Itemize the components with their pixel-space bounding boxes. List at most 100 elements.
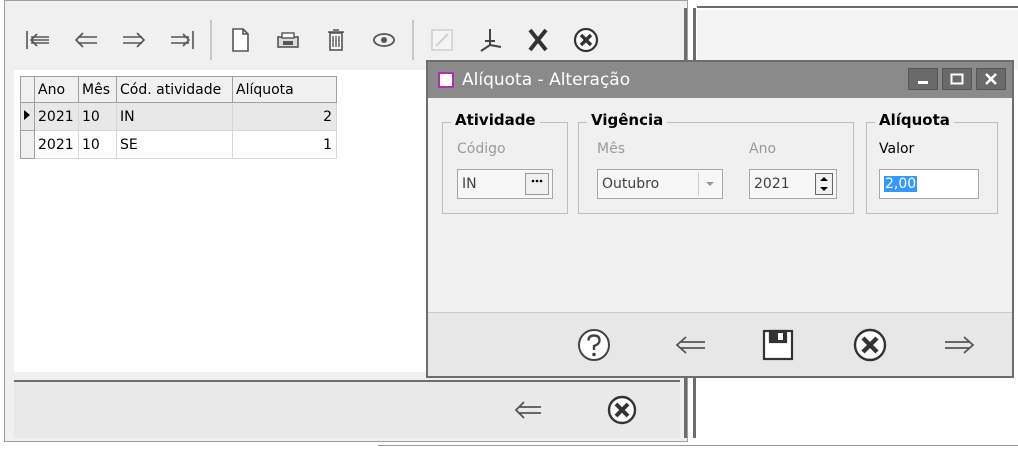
table-row[interactable]: 2021 10 SE 1 <box>20 130 337 159</box>
last-record-button[interactable] <box>158 16 206 64</box>
cell-aliquota[interactable]: 2 <box>232 102 337 131</box>
edit-button[interactable] <box>418 16 466 64</box>
cell-mes[interactable]: 10 <box>78 102 117 131</box>
previous-record-icon <box>74 32 97 48</box>
excel-icon <box>528 28 548 52</box>
help-button[interactable] <box>570 323 618 367</box>
chevron-down-icon <box>705 182 714 186</box>
ano-value: 2021 <box>754 176 790 192</box>
previous-button[interactable] <box>666 323 714 367</box>
current-row-arrow-icon <box>24 109 30 120</box>
first-record-icon <box>26 31 49 49</box>
edit-icon <box>431 29 453 51</box>
previous-record-button[interactable] <box>62 16 110 64</box>
ano-label: Ano <box>749 141 777 157</box>
records-grid: Ano Mês Cód. atividade Alíquota 2021 10 … <box>20 76 337 159</box>
aliquota-group: Alíquota Valor 2,00 <box>866 111 998 214</box>
ano-spinner[interactable]: 2021 <box>749 169 837 199</box>
aliquota-dialog: Alíquota - Alteração Atividade Código IN… <box>426 60 1014 378</box>
toolbar <box>14 14 680 66</box>
app-icon <box>438 72 454 88</box>
previous-icon <box>675 336 705 354</box>
ellipsis-icon <box>531 179 543 183</box>
cancel-icon <box>853 328 887 362</box>
close-icon <box>985 73 997 85</box>
lookup-button[interactable] <box>525 173 549 195</box>
close-button[interactable] <box>562 16 610 64</box>
maximize-button[interactable] <box>942 68 972 90</box>
last-record-icon <box>171 31 194 49</box>
first-record-button[interactable] <box>14 16 62 64</box>
vigencia-group: Vigência Mês Outubro Ano 2021 <box>578 111 854 214</box>
close-window-button[interactable] <box>600 388 644 432</box>
pdf-export-button[interactable] <box>466 16 514 64</box>
valor-input[interactable]: 2,00 <box>879 169 979 199</box>
next-record-button[interactable] <box>110 16 158 64</box>
delete-icon <box>328 29 344 51</box>
cell-aliquota[interactable]: 1 <box>232 130 337 159</box>
mes-select[interactable]: Outubro <box>597 169 723 199</box>
new-button[interactable] <box>216 16 264 64</box>
spin-down-icon <box>820 187 828 191</box>
screen-bottom-edge <box>0 442 1018 450</box>
spin-up-icon <box>820 177 828 181</box>
dialog-title-bar[interactable]: Alíquota - Alteração <box>428 62 1012 98</box>
vigencia-group-title: Vigência <box>587 111 668 129</box>
column-header-ano[interactable]: Ano <box>34 76 79 103</box>
row-indicator-header <box>20 76 35 103</box>
cell-cod-atividade[interactable]: SE <box>116 130 233 159</box>
maximize-icon <box>950 73 964 85</box>
toolbar-separator <box>412 20 414 60</box>
close-dialog-button[interactable] <box>976 68 1006 90</box>
column-header-aliquota[interactable]: Alíquota <box>232 76 337 103</box>
minimize-button[interactable] <box>908 68 938 90</box>
column-header-mes[interactable]: Mês <box>78 76 117 103</box>
print-icon <box>277 32 299 48</box>
cell-ano[interactable]: 2021 <box>34 102 79 131</box>
close-icon <box>607 395 637 425</box>
delete-button[interactable] <box>312 16 360 64</box>
dialog-footer <box>428 312 1012 376</box>
minimize-icon <box>918 81 928 84</box>
valor-value: 2,00 <box>884 176 918 192</box>
column-header-cod-atividade[interactable]: Cód. atividade <box>116 76 233 103</box>
cell-mes[interactable]: 10 <box>78 130 117 159</box>
cell-ano[interactable]: 2021 <box>34 130 79 159</box>
previous-icon <box>514 401 541 419</box>
codigo-label: Código <box>457 141 506 157</box>
background-window-edge <box>697 0 1018 8</box>
cell-cod-atividade[interactable]: IN <box>116 102 233 131</box>
print-button[interactable] <box>264 16 312 64</box>
bottom-edge-line <box>378 445 1018 446</box>
next-record-icon <box>123 32 146 48</box>
cancel-button[interactable] <box>846 323 894 367</box>
mes-dropdown-button[interactable] <box>698 172 720 196</box>
codigo-field[interactable]: IN <box>457 169 553 199</box>
window-controls <box>908 68 1006 90</box>
toolbar-separator <box>210 20 212 60</box>
save-button[interactable] <box>754 323 802 367</box>
new-document-icon <box>232 28 249 52</box>
save-icon <box>762 329 794 361</box>
view-icon <box>373 33 395 47</box>
mes-label: Mês <box>597 141 625 157</box>
excel-export-button[interactable] <box>514 16 562 64</box>
valor-label: Valor <box>879 141 915 157</box>
dialog-title: Alíquota - Alteração <box>462 70 631 90</box>
aliquota-group-title: Alíquota <box>875 111 954 129</box>
table-row[interactable]: 2021 10 IN 2 <box>20 102 337 131</box>
ano-stepper[interactable] <box>815 173 833 195</box>
close-icon <box>573 27 599 53</box>
bottom-bar <box>14 380 680 438</box>
row-indicator <box>20 130 35 159</box>
back-button[interactable] <box>506 388 550 432</box>
row-indicator <box>20 102 35 131</box>
view-button[interactable] <box>360 16 408 64</box>
atividade-group: Atividade Código IN <box>442 111 568 214</box>
codigo-value: IN <box>462 176 477 192</box>
next-button[interactable] <box>936 323 984 367</box>
mes-value: Outubro <box>602 176 660 192</box>
help-icon <box>578 329 610 361</box>
next-icon <box>945 336 975 354</box>
pdf-icon <box>480 29 502 52</box>
